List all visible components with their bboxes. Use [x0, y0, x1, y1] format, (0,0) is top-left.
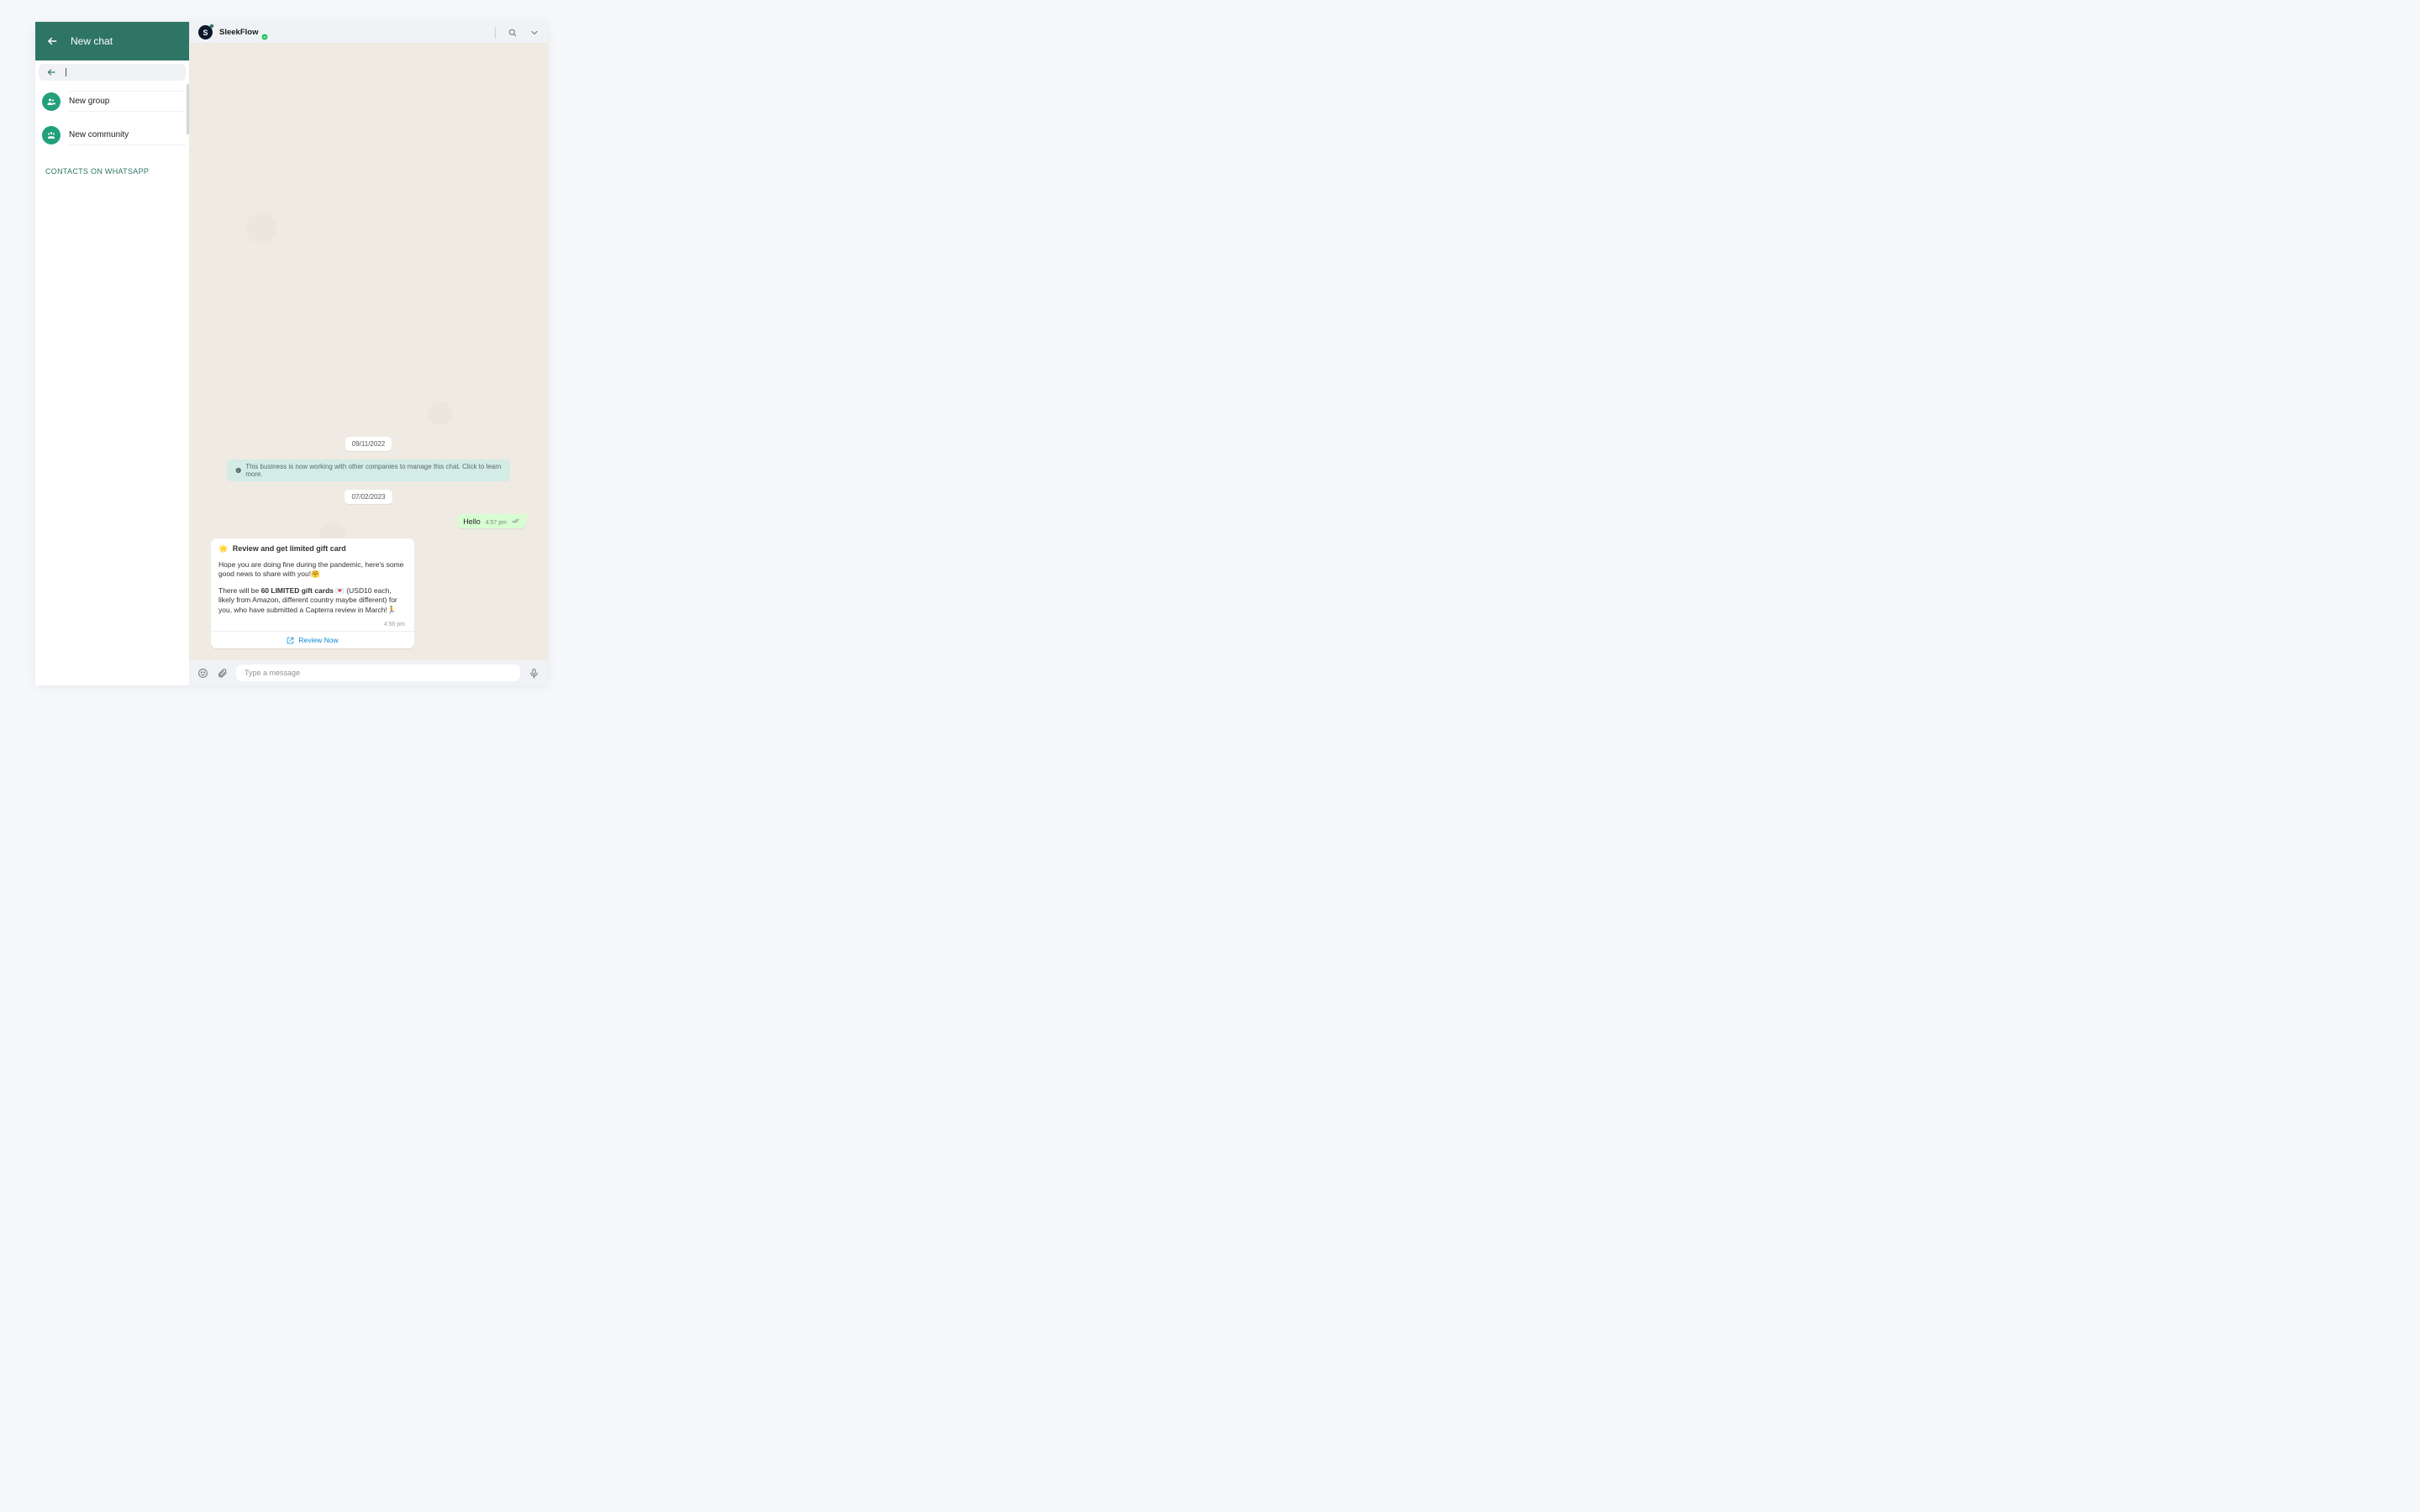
external-link-icon: [287, 637, 294, 644]
message-time: 4:58 pm: [218, 622, 407, 627]
menu-label: New group: [69, 97, 109, 106]
search-row: [35, 60, 189, 84]
message-composer: [189, 660, 548, 685]
review-now-button[interactable]: Review Now: [211, 631, 414, 648]
community-icon: [42, 126, 60, 144]
header-divider: [495, 27, 496, 39]
chat-menu-button[interactable]: [529, 28, 539, 38]
date-separator: 09/11/2022: [345, 437, 392, 451]
emoji-button[interactable]: [197, 668, 208, 679]
chat-header: S SleekFlow: [189, 22, 548, 43]
new-group-button[interactable]: New group: [35, 84, 189, 118]
message-text: Hello: [463, 517, 481, 526]
search-back-icon[interactable]: [45, 66, 57, 78]
contact-search-input[interactable]: [39, 64, 186, 81]
verified-badge-icon: [261, 29, 268, 36]
contacts-placeholder: [35, 186, 182, 522]
date-separator: 07/02/2023: [345, 490, 392, 504]
info-icon: [235, 467, 241, 474]
app-window: New chat New group: [35, 22, 548, 685]
incoming-message[interactable]: 🌟 Review and get limited gift card Hope …: [211, 538, 414, 648]
system-notice[interactable]: This business is now working with other …: [227, 459, 511, 481]
menu-label: New community: [69, 130, 129, 139]
system-notice-text: This business is now working with other …: [245, 463, 502, 478]
action-label: Review Now: [298, 636, 338, 644]
chat-panel: S SleekFlow 09/11/2022 This busin: [189, 22, 548, 685]
attachment-button[interactable]: [217, 668, 228, 679]
new-chat-panel: New chat New group: [35, 22, 189, 685]
panel-title: New chat: [71, 35, 113, 47]
sparkle-emoji: 🌟: [218, 544, 228, 553]
chat-body: 09/11/2022 This business is now working …: [189, 43, 548, 660]
message-time: 4:57 pm: [486, 520, 507, 526]
sidebar-scroll: New group New community CONTACTS ON WHAT…: [35, 84, 189, 685]
message-title: 🌟 Review and get limited gift card: [218, 544, 407, 554]
new-chat-header: New chat: [35, 22, 189, 60]
contact-name[interactable]: SleekFlow: [219, 28, 258, 37]
contacts-section-title: CONTACTS ON WHATSAPP: [35, 152, 189, 186]
new-community-button[interactable]: New community: [35, 118, 189, 152]
voice-message-button[interactable]: [529, 668, 539, 679]
contact-avatar[interactable]: S: [198, 25, 213, 39]
read-ticks-icon: [512, 517, 520, 526]
back-arrow-icon[interactable]: [42, 31, 62, 51]
outgoing-message[interactable]: Hello 4:57 pm: [457, 514, 526, 528]
search-in-chat-button[interactable]: [508, 28, 518, 38]
group-icon: [42, 92, 60, 111]
message-paragraph: There will be 60 LIMITED gift cards 💌 (U…: [218, 586, 407, 615]
message-paragraph: Hope you are doing fine during the pande…: [218, 560, 407, 580]
message-input[interactable]: [236, 664, 520, 681]
